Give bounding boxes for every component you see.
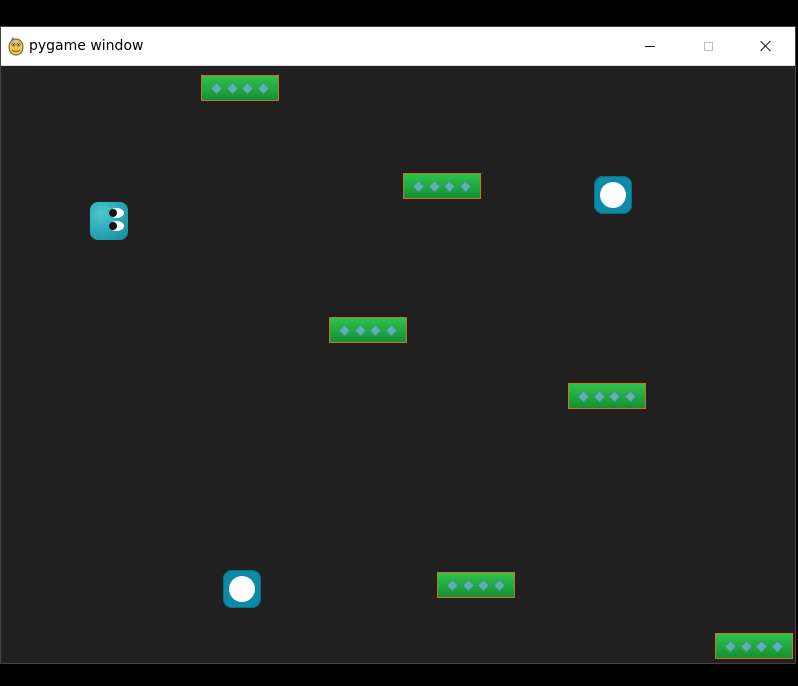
- close-button[interactable]: [743, 27, 789, 65]
- stud-icon: [492, 578, 506, 592]
- player-eye-right: [109, 221, 124, 231]
- platform: [201, 75, 279, 101]
- stud-icon: [225, 81, 239, 95]
- stud-icon: [384, 323, 398, 337]
- stud-icon: [770, 639, 784, 653]
- stud-icon: [412, 179, 426, 193]
- close-icon: [760, 40, 772, 52]
- stud-icon: [739, 639, 753, 653]
- window-title: pygame window: [29, 38, 144, 54]
- screen: pygame window: [0, 0, 798, 686]
- pygame-snake-icon: [8, 37, 24, 56]
- orb-collectible: [223, 570, 261, 608]
- stud-icon: [256, 81, 270, 95]
- stud-icon: [477, 578, 491, 592]
- platform: [403, 173, 481, 199]
- minimize-icon: [645, 45, 655, 47]
- platform: [568, 383, 646, 409]
- minimize-button[interactable]: [627, 27, 673, 65]
- stud-icon: [443, 179, 457, 193]
- title-bar[interactable]: pygame window: [1, 27, 795, 66]
- maximize-button[interactable]: [685, 27, 731, 65]
- maximize-icon: [703, 41, 713, 51]
- player-character: [90, 202, 128, 240]
- platform: [437, 572, 515, 598]
- stud-icon: [724, 639, 738, 653]
- stud-icon: [241, 81, 255, 95]
- player-eye-left: [109, 208, 124, 218]
- platform: [715, 633, 793, 659]
- stud-icon: [353, 323, 367, 337]
- stud-icon: [427, 179, 441, 193]
- stud-icon: [458, 179, 472, 193]
- orb-core: [600, 182, 626, 208]
- stud-icon: [338, 323, 352, 337]
- stud-icon: [755, 639, 769, 653]
- stud-icon: [461, 578, 475, 592]
- orb-collectible: [594, 176, 632, 214]
- orb-core: [229, 576, 255, 602]
- stud-icon: [623, 389, 637, 403]
- player-pupil: [109, 222, 117, 230]
- game-canvas[interactable]: [1, 66, 795, 663]
- stud-icon: [369, 323, 383, 337]
- platform: [329, 317, 407, 343]
- player-pupil: [109, 209, 117, 217]
- stud-icon: [592, 389, 606, 403]
- stud-icon: [210, 81, 224, 95]
- stud-icon: [608, 389, 622, 403]
- pygame-window: pygame window: [0, 26, 796, 664]
- stud-icon: [577, 389, 591, 403]
- stud-icon: [446, 578, 460, 592]
